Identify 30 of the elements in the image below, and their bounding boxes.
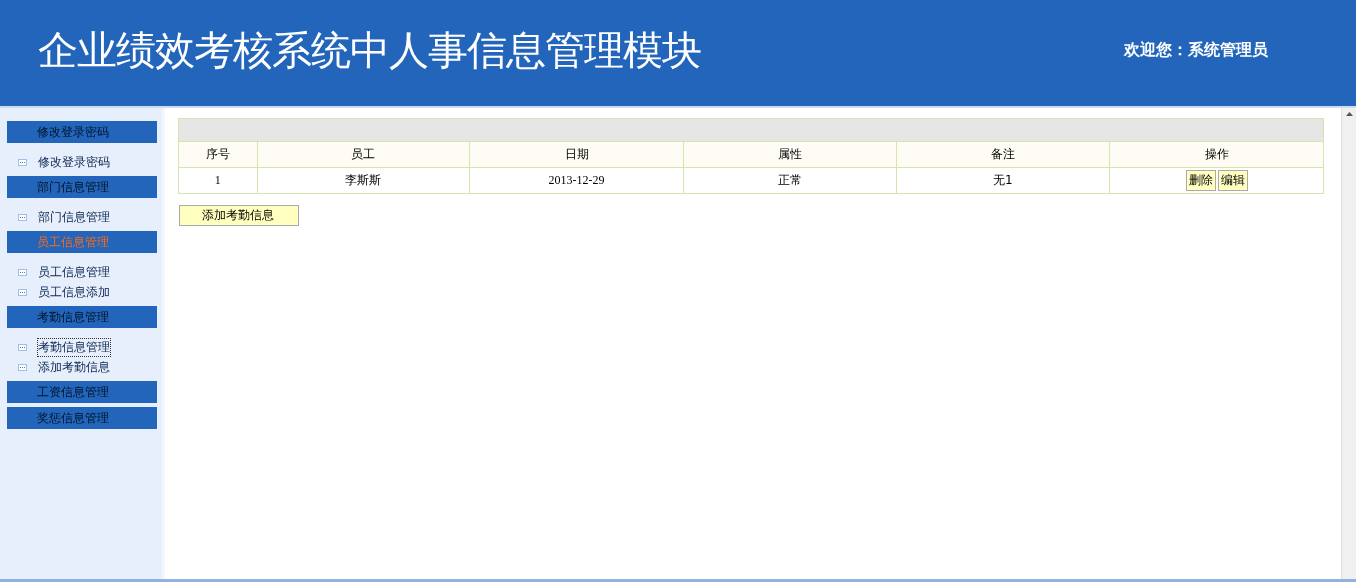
column-header: 日期: [469, 141, 684, 168]
page-title: 企业绩效考核系统中人事信息管理模块: [38, 25, 701, 75]
table-cell: 1: [178, 167, 258, 194]
table-cell: 正常: [683, 167, 897, 194]
bullet-icon: [18, 213, 27, 221]
add-attendance-button[interactable]: 添加考勤信息: [179, 205, 299, 226]
delete-button[interactable]: 删除: [1185, 170, 1216, 191]
sidebar-item[interactable]: 添加考勤信息: [38, 358, 110, 376]
scrollbar[interactable]: [1341, 108, 1356, 579]
bullet-icon: [18, 268, 27, 276]
column-header: 操作: [1109, 141, 1324, 168]
sidebar-item[interactable]: 考勤信息管理: [38, 338, 110, 356]
table-cell: 2013-12-29: [469, 167, 684, 194]
column-header: 序号: [178, 141, 258, 168]
bullet-icon: [18, 288, 27, 296]
sidebar-item[interactable]: 员工信息添加: [38, 283, 110, 301]
bullet-icon: [18, 158, 27, 166]
column-header: 备注: [896, 141, 1110, 168]
table-cell: 无1: [896, 167, 1110, 194]
edit-button[interactable]: 编辑: [1217, 170, 1248, 191]
column-header: 员工: [257, 141, 470, 168]
sidebar-item[interactable]: 员工信息管理: [38, 263, 110, 281]
bullet-icon: [18, 343, 27, 351]
welcome-text: 欢迎您：系统管理员: [1124, 39, 1268, 61]
bullet-icon: [18, 363, 27, 371]
sidebar-item[interactable]: 部门信息管理: [38, 208, 110, 226]
sidebar-item[interactable]: 修改登录密码: [38, 153, 110, 171]
column-header: 属性: [683, 141, 897, 168]
scroll-up-icon[interactable]: [1345, 112, 1353, 116]
table-cell: 李斯斯: [257, 167, 470, 194]
